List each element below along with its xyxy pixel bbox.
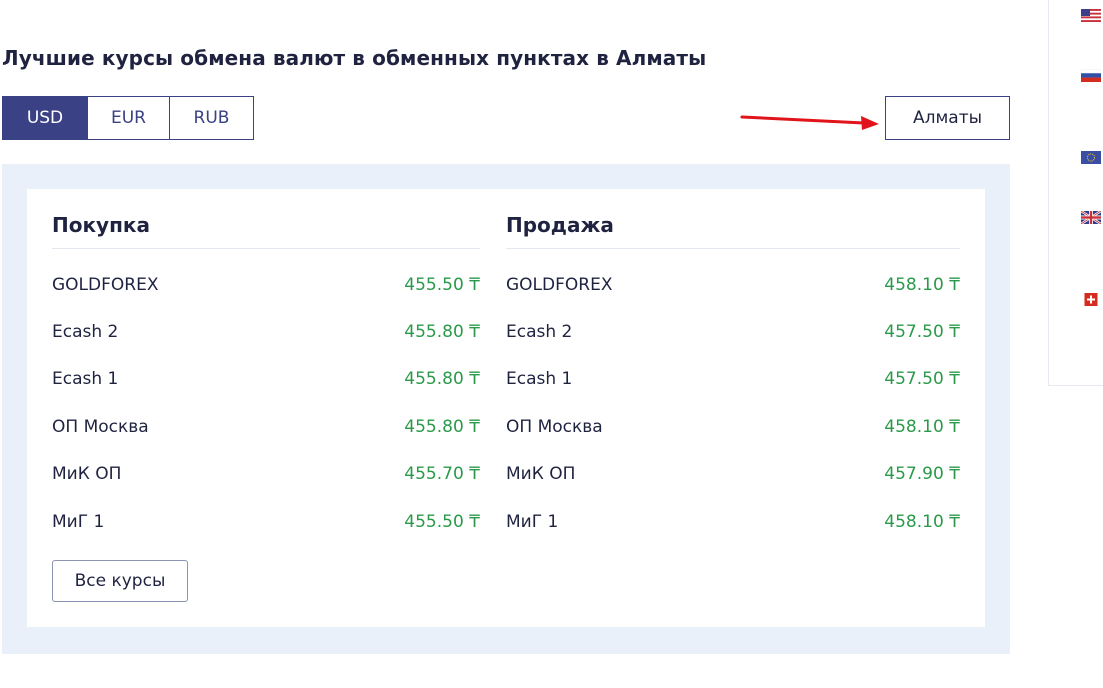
switzerland-flag-icon[interactable] <box>1081 293 1101 306</box>
rate-row[interactable]: МиК ОП 455.70 ₸ <box>52 451 480 498</box>
russia-flag-icon[interactable] <box>1081 69 1101 82</box>
rates-card: Покупка GOLDFOREX 455.50 ₸ Ecash 2 455.8… <box>27 189 985 627</box>
exchange-name: Ecash 1 <box>52 369 119 390</box>
currency-tabs: USD EUR RUB <box>2 96 254 140</box>
all-rates-button[interactable]: Все курсы <box>52 560 188 602</box>
us-flag-icon[interactable] <box>1081 9 1101 22</box>
sell-column: Продажа GOLDFOREX 458.10 ₸ Ecash 2 457.5… <box>506 213 960 545</box>
rate-row[interactable]: Ecash 2 457.50 ₸ <box>506 308 960 355</box>
rate-row[interactable]: МиК ОП 457.90 ₸ <box>506 451 960 498</box>
sell-rate-value: 458.10 ₸ <box>884 416 960 437</box>
exchange-name: GOLDFOREX <box>506 274 613 295</box>
exchange-name: Ecash 2 <box>506 322 573 343</box>
city-select-button[interactable]: Алматы <box>885 96 1010 140</box>
sell-rate-value: 457.50 ₸ <box>884 369 960 390</box>
buy-rate-value: 455.80 ₸ <box>404 416 480 437</box>
rate-row[interactable]: GOLDFOREX 458.10 ₸ <box>506 261 960 308</box>
buy-rate-value: 455.70 ₸ <box>404 464 480 485</box>
rate-row[interactable]: ОП Москва 458.10 ₸ <box>506 403 960 450</box>
buy-column: Покупка GOLDFOREX 455.50 ₸ Ecash 2 455.8… <box>52 213 480 545</box>
sell-rate-value: 457.50 ₸ <box>884 322 960 343</box>
exchange-name: МиГ 1 <box>506 511 559 532</box>
tab-rub[interactable]: RUB <box>169 96 254 140</box>
buy-rate-value: 455.80 ₸ <box>404 322 480 343</box>
eu-flag-icon[interactable] <box>1081 151 1101 164</box>
uk-flag-icon[interactable] <box>1081 211 1101 224</box>
sell-rate-value: 458.10 ₸ <box>884 511 960 532</box>
exchange-name: МиГ 1 <box>52 511 105 532</box>
red-arrow-annotation <box>740 115 879 130</box>
rate-row[interactable]: ОП Москва 455.80 ₸ <box>52 403 480 450</box>
sell-heading: Продажа <box>506 213 960 249</box>
sell-rate-value: 457.90 ₸ <box>884 464 960 485</box>
rate-row[interactable]: МиГ 1 455.50 ₸ <box>52 498 480 545</box>
tab-usd[interactable]: USD <box>2 96 88 140</box>
exchange-name: Ecash 1 <box>506 369 573 390</box>
rate-row[interactable]: GOLDFOREX 455.50 ₸ <box>52 261 480 308</box>
sell-rate-value: 458.10 ₸ <box>884 274 960 295</box>
sell-rates-list: GOLDFOREX 458.10 ₸ Ecash 2 457.50 ₸ Ecas… <box>506 261 960 545</box>
page-title: Лучшие курсы обмена валют в обменных пун… <box>2 46 707 70</box>
exchange-name: ОП Москва <box>506 416 603 437</box>
currency-flag-sidebar <box>1048 0 1103 386</box>
exchange-name: МиК ОП <box>52 464 122 485</box>
rate-row[interactable]: Ecash 1 457.50 ₸ <box>506 356 960 403</box>
rates-panel: Покупка GOLDFOREX 455.50 ₸ Ecash 2 455.8… <box>2 164 1010 654</box>
buy-rate-value: 455.50 ₸ <box>404 274 480 295</box>
buy-heading: Покупка <box>52 213 480 249</box>
rate-row[interactable]: МиГ 1 458.10 ₸ <box>506 498 960 545</box>
tab-eur[interactable]: EUR <box>87 96 170 140</box>
exchange-name: Ecash 2 <box>52 322 119 343</box>
exchange-name: МиК ОП <box>506 464 576 485</box>
buy-rate-value: 455.80 ₸ <box>404 369 480 390</box>
buy-rates-list: GOLDFOREX 455.50 ₸ Ecash 2 455.80 ₸ Ecas… <box>52 261 480 545</box>
buy-rate-value: 455.50 ₸ <box>404 511 480 532</box>
exchange-name: ОП Москва <box>52 416 149 437</box>
rate-row[interactable]: Ecash 1 455.80 ₸ <box>52 356 480 403</box>
rate-row[interactable]: Ecash 2 455.80 ₸ <box>52 308 480 355</box>
exchange-name: GOLDFOREX <box>52 274 159 295</box>
